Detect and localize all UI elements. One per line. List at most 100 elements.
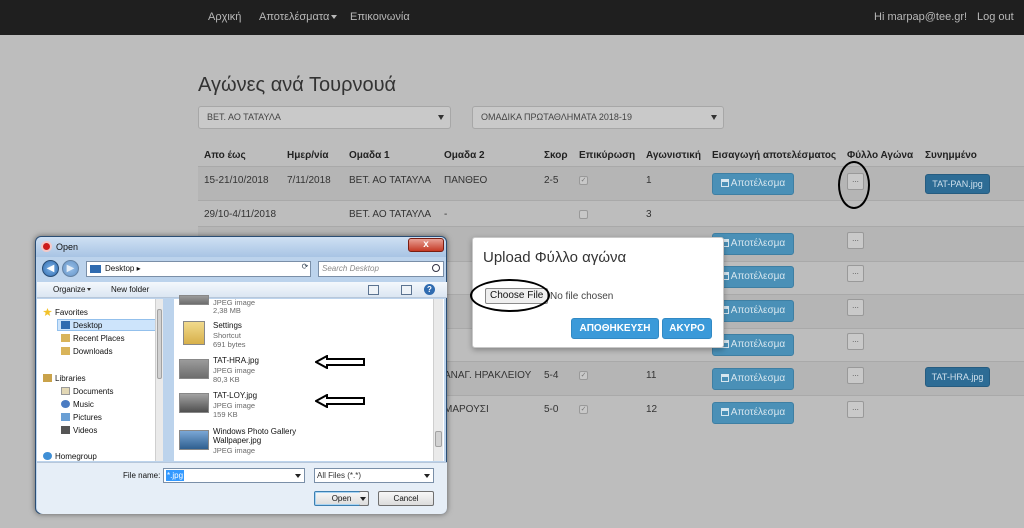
enter-result-label: Αποτέλεσμα bbox=[730, 407, 786, 418]
cell-team1: ΒΕΤ. ΑΟ ΤΑΤΑΥΛΑ bbox=[349, 209, 432, 220]
nav-scrollbar-thumb[interactable] bbox=[157, 309, 162, 379]
enter-result-label: Αποτέλεσμα bbox=[730, 178, 786, 189]
file-thumbnail[interactable] bbox=[179, 359, 209, 379]
attachment-button[interactable]: TAT-HRA.jpg bbox=[925, 367, 990, 387]
search-placeholder: Search Desktop bbox=[322, 264, 379, 273]
desktop-icon bbox=[61, 321, 70, 329]
nav-music[interactable]: Music bbox=[61, 400, 94, 409]
file-thumbnail[interactable] bbox=[179, 430, 209, 450]
star-icon bbox=[43, 308, 52, 316]
nav-libraries[interactable]: Libraries bbox=[43, 374, 86, 383]
annotation-ellipse bbox=[470, 279, 550, 312]
nav-contact[interactable]: Επικοινωνία bbox=[350, 11, 410, 23]
validation-checkbox[interactable]: ✓ bbox=[579, 371, 588, 380]
enter-result-button[interactable]: Αποτέλεσμα bbox=[712, 300, 794, 322]
help-icon[interactable]: ? bbox=[424, 284, 435, 295]
validation-checkbox[interactable]: ✓ bbox=[579, 405, 588, 414]
validation-checkbox[interactable] bbox=[579, 210, 588, 219]
music-icon bbox=[61, 400, 70, 408]
nav-documents[interactable]: Documents bbox=[61, 387, 113, 396]
user-greeting[interactable]: Hi marpap@tee.gr! bbox=[874, 11, 967, 23]
location-box[interactable]: Desktop ▸ bbox=[86, 261, 311, 277]
nav-videos[interactable]: Videos bbox=[61, 426, 97, 435]
preview-pane-icon[interactable] bbox=[401, 285, 412, 295]
cancel-button[interactable]: ΑΚΥΡΟ bbox=[662, 318, 712, 339]
nav-pictures[interactable]: Pictures bbox=[61, 413, 102, 422]
col-header-round: Αγωνιστική bbox=[646, 150, 701, 161]
cancel-dialog-button[interactable]: Cancel bbox=[378, 491, 434, 506]
col-header-score: Σκορ bbox=[544, 150, 568, 161]
match-sheet-button[interactable]: ... bbox=[847, 232, 864, 249]
attachment-button[interactable]: TAT-PAN.jpg bbox=[925, 174, 990, 194]
modal-title: Upload Φύλλο αγώνα bbox=[483, 249, 627, 266]
logout-link[interactable]: Log out bbox=[977, 11, 1014, 23]
file-name[interactable]: TAT-LOY.jpg bbox=[213, 391, 257, 400]
match-sheet-button[interactable]: ... bbox=[847, 333, 864, 350]
refresh-icon[interactable]: ⟳ bbox=[298, 262, 312, 275]
back-arrow-icon[interactable]: ◀ bbox=[42, 260, 59, 277]
match-sheet-button[interactable]: ... bbox=[847, 401, 864, 418]
file-thumbnail[interactable] bbox=[179, 295, 209, 305]
col-header-range: Απο έως bbox=[204, 150, 246, 161]
file-name-input[interactable]: *.jpg bbox=[163, 468, 305, 483]
organize-menu[interactable]: Organize bbox=[53, 285, 92, 294]
file-name-line2: Wallpaper.jpg bbox=[213, 436, 262, 445]
enter-result-button[interactable]: Αποτέλεσμα bbox=[712, 173, 794, 195]
chevron-down-icon bbox=[424, 474, 430, 478]
dialog-titlebar[interactable]: Open x bbox=[36, 237, 446, 257]
dialog-title: Open bbox=[56, 242, 79, 252]
tournament-select-value: ΟΜΑΔΙΚΑ ΠΡΩΤΑΘΛΗΜΑΤΑ 2018-19 bbox=[481, 112, 632, 122]
nav-results[interactable]: Αποτελέσματα bbox=[259, 11, 338, 23]
save-button[interactable]: ΑΠΟΘΗΚΕΥΣΗ bbox=[571, 318, 659, 339]
new-folder-button[interactable]: New folder bbox=[111, 285, 149, 294]
cell-round: 12 bbox=[646, 404, 658, 415]
nav-favorites[interactable]: Favorites bbox=[43, 308, 88, 317]
close-button[interactable]: x bbox=[408, 238, 444, 252]
document-icon bbox=[61, 387, 70, 395]
enter-result-button[interactable]: Αποτέλεσμα bbox=[712, 334, 794, 356]
file-thumbnail[interactable] bbox=[179, 393, 209, 413]
file-type-value: All Files (*.*) bbox=[317, 471, 362, 480]
desktop-icon bbox=[90, 265, 101, 273]
validation-checkbox[interactable]: ✓ bbox=[579, 176, 588, 185]
nav-desktop[interactable]: Desktop bbox=[61, 321, 102, 330]
file-list-scrollbar-thumb[interactable] bbox=[435, 431, 442, 447]
file-type: Shortcut bbox=[213, 331, 241, 340]
location-text: Desktop bbox=[105, 264, 135, 273]
match-sheet-button[interactable]: ... bbox=[847, 265, 864, 282]
file-size: 691 bytes bbox=[213, 340, 246, 349]
file-name[interactable]: TAT-HRA.jpg bbox=[213, 356, 259, 365]
file-name[interactable]: Settings bbox=[213, 321, 242, 330]
enter-result-button[interactable]: Αποτέλεσμα bbox=[712, 402, 794, 424]
file-type: JPEG image bbox=[213, 366, 256, 375]
match-sheet-button[interactable]: ... bbox=[847, 367, 864, 384]
enter-result-label: Αποτέλεσμα bbox=[730, 238, 786, 249]
enter-result-button[interactable]: Αποτέλεσμα bbox=[712, 233, 794, 255]
annotation-ellipse bbox=[838, 161, 870, 209]
nav-home[interactable]: Αρχική bbox=[208, 11, 241, 23]
shortcut-icon[interactable] bbox=[183, 321, 205, 345]
forward-arrow-icon[interactable]: ▶ bbox=[62, 260, 79, 277]
search-input[interactable]: Search Desktop bbox=[318, 261, 444, 277]
file-name-value: *.jpg bbox=[166, 470, 185, 481]
match-sheet-button[interactable]: ... bbox=[847, 299, 864, 316]
nav-recent-places[interactable]: Recent Places bbox=[61, 334, 125, 343]
enter-result-label: Αποτέλεσμα bbox=[730, 339, 786, 350]
file-list-scrollbar[interactable] bbox=[433, 299, 443, 461]
top-navbar: Αρχική Αποτελέσματα Επικοινωνία Hi marpa… bbox=[0, 0, 1024, 35]
file-name[interactable]: Windows Photo Gallery bbox=[213, 427, 296, 436]
folder-icon bbox=[61, 334, 70, 342]
view-options-icon[interactable] bbox=[368, 285, 379, 295]
nav-downloads[interactable]: Downloads bbox=[61, 347, 113, 356]
team-select[interactable]: ΒΕΤ. ΑΟ ΤΑΤΑΥΛΑ bbox=[198, 106, 451, 129]
file-size: 2,38 MB bbox=[213, 306, 241, 315]
open-dropdown-button[interactable] bbox=[359, 491, 369, 506]
file-type-select[interactable]: All Files (*.*) bbox=[314, 468, 434, 483]
tournament-select[interactable]: ΟΜΑΔΙΚΑ ΠΡΩΤΑΘΛΗΜΑΤΑ 2018-19 bbox=[472, 106, 724, 129]
enter-result-label: Αποτέλεσμα bbox=[730, 305, 786, 316]
chevron-down-icon[interactable] bbox=[295, 474, 301, 478]
nav-homegroup[interactable]: Homegroup bbox=[43, 452, 97, 461]
enter-result-button[interactable]: Αποτέλεσμα bbox=[712, 368, 794, 390]
nav-scrollbar[interactable] bbox=[155, 299, 163, 461]
enter-result-button[interactable]: Αποτέλεσμα bbox=[712, 266, 794, 288]
